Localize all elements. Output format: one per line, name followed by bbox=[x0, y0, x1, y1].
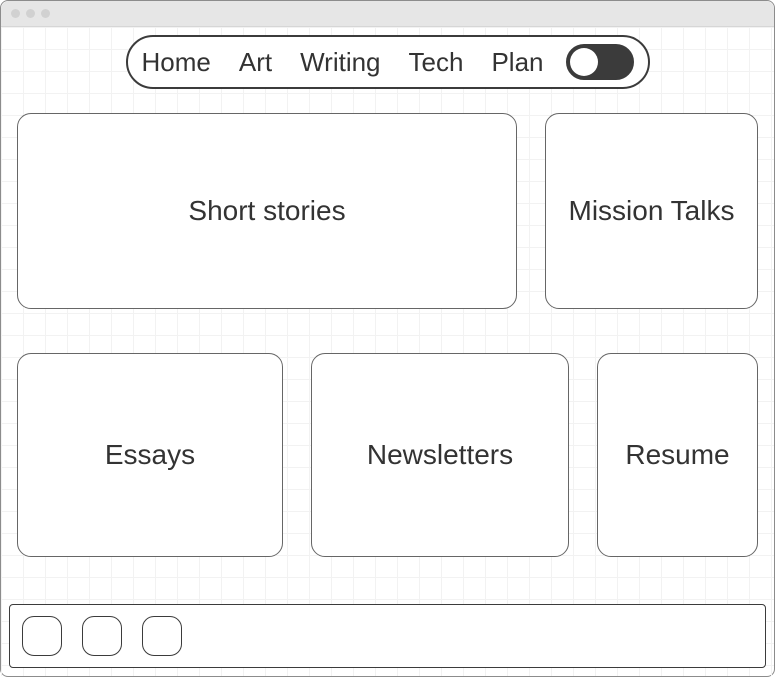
content-area: Home Art Writing Tech Plan Short stories… bbox=[1, 27, 774, 676]
card-label: Essays bbox=[105, 439, 195, 471]
nav-item-art[interactable]: Art bbox=[239, 47, 272, 78]
footer-icon-1[interactable] bbox=[22, 616, 62, 656]
card-label: Newsletters bbox=[367, 439, 513, 471]
window-titlebar bbox=[1, 1, 774, 27]
top-nav: Home Art Writing Tech Plan bbox=[126, 35, 650, 89]
footer-icon-2[interactable] bbox=[82, 616, 122, 656]
card-short-stories[interactable]: Short stories bbox=[17, 113, 517, 309]
app-window: Home Art Writing Tech Plan Short stories… bbox=[0, 0, 775, 677]
nav-wrapper: Home Art Writing Tech Plan bbox=[7, 35, 768, 89]
card-label: Mission Talks bbox=[569, 195, 735, 227]
nav-item-plan[interactable]: Plan bbox=[491, 47, 543, 78]
footer-icon-3[interactable] bbox=[142, 616, 182, 656]
nav-item-writing[interactable]: Writing bbox=[300, 47, 380, 78]
card-essays[interactable]: Essays bbox=[17, 353, 283, 557]
traffic-light-zoom-icon[interactable] bbox=[41, 9, 50, 18]
card-grid: Short stories Mission Talks Essays Newsl… bbox=[7, 113, 768, 604]
traffic-light-minimize-icon[interactable] bbox=[26, 9, 35, 18]
card-resume[interactable]: Resume bbox=[597, 353, 758, 557]
card-label: Short stories bbox=[188, 195, 345, 227]
card-mission-talks[interactable]: Mission Talks bbox=[545, 113, 758, 309]
nav-item-home[interactable]: Home bbox=[142, 47, 211, 78]
card-label: Resume bbox=[625, 439, 729, 471]
theme-toggle[interactable] bbox=[566, 44, 634, 80]
card-newsletters[interactable]: Newsletters bbox=[311, 353, 569, 557]
toggle-knob-icon bbox=[570, 48, 598, 76]
card-row-2: Essays Newsletters Resume bbox=[17, 353, 758, 557]
card-row-1: Short stories Mission Talks bbox=[17, 113, 758, 309]
traffic-light-close-icon[interactable] bbox=[11, 9, 20, 18]
nav-item-tech[interactable]: Tech bbox=[409, 47, 464, 78]
footer-bar bbox=[9, 604, 766, 668]
